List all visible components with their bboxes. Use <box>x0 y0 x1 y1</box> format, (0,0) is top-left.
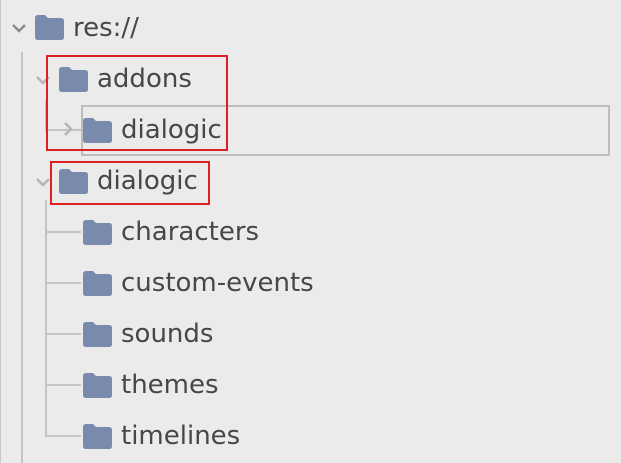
highlight-box-addons <box>46 55 228 151</box>
tree-item-child[interactable]: characters <box>1 211 621 255</box>
tree-item-child[interactable]: timelines <box>1 415 621 459</box>
highlight-box-dialogic <box>50 161 210 205</box>
tree-item-label: custom-events <box>121 268 314 298</box>
tree-item-label: timelines <box>121 421 241 451</box>
tree-item-label: themes <box>121 370 219 400</box>
chevron-down-icon[interactable] <box>10 19 28 37</box>
tree-item-child[interactable]: themes <box>1 364 621 408</box>
tree-item-label: characters <box>121 217 260 247</box>
tree-item-label: res:// <box>73 13 139 43</box>
folder-icon <box>83 424 112 449</box>
folder-icon <box>83 220 112 245</box>
folder-icon <box>83 271 112 296</box>
tree-item-root[interactable]: res:// <box>1 8 621 48</box>
tree-item-child[interactable]: sounds <box>1 313 621 357</box>
folder-icon <box>35 15 64 40</box>
folder-icon <box>83 373 112 398</box>
tree-item-child[interactable]: custom-events <box>1 262 621 306</box>
file-tree-panel: res:// addons dialogic dialogic characte… <box>0 0 621 463</box>
folder-icon <box>83 322 112 347</box>
tree-item-label: sounds <box>121 319 214 349</box>
